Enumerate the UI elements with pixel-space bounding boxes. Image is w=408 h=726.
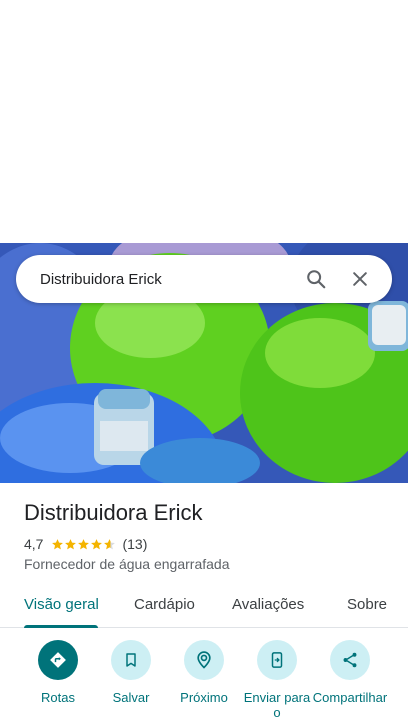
send-to-phone-icon: [271, 652, 283, 668]
bookmark-icon: [126, 653, 136, 667]
directions-button[interactable]: Rotas: [20, 640, 96, 705]
tab-reviews[interactable]: Avaliações: [232, 596, 304, 613]
send-to-phone-button[interactable]: Enviar para o: [239, 640, 315, 720]
directions-icon: [50, 652, 66, 668]
nearby-icon: [197, 651, 211, 669]
directions-button-circle[interactable]: [38, 640, 78, 680]
star-icon: [52, 538, 64, 549]
save-button[interactable]: Salvar: [93, 640, 169, 705]
save-label: Salvar: [112, 690, 150, 705]
place-name: Distribuidora Erick: [24, 500, 203, 525]
save-button-circle[interactable]: [111, 640, 151, 680]
rating-stars: [51, 538, 116, 551]
directions-label: Rotas: [41, 690, 75, 705]
share-icon: [343, 652, 357, 668]
rating-value: 4,7: [24, 536, 44, 552]
share-button-circle[interactable]: [330, 640, 370, 680]
active-tab-indicator: [24, 625, 98, 628]
search-icon: [307, 270, 326, 289]
close-icon: [353, 272, 367, 286]
review-count: (13): [122, 536, 148, 552]
send-to-phone-label: Enviar para o: [243, 690, 311, 720]
star-half-icon: [104, 538, 116, 549]
nearby-button-circle[interactable]: [184, 640, 224, 680]
nearby-button[interactable]: Próximo: [166, 640, 242, 705]
action-bar: Rotas Salvar Próximo Enviar para o Compa…: [0, 640, 408, 726]
tab-bar: Visão geral Cardápio Avaliações Sobre: [0, 584, 408, 628]
star-icon: [65, 538, 77, 549]
search-bar[interactable]: Distribuidora Erick: [16, 255, 392, 303]
star-icon: [78, 538, 90, 549]
search-input[interactable]: Distribuidora Erick: [40, 271, 294, 288]
search-button[interactable]: [294, 257, 338, 301]
clear-button[interactable]: [338, 257, 382, 301]
tab-about[interactable]: Sobre: [347, 596, 387, 613]
share-label: Compartilhar: [312, 690, 388, 705]
tab-menu[interactable]: Cardápio: [134, 596, 195, 613]
star-icon: [91, 538, 103, 549]
place-category: Fornecedor de água engarrafada: [24, 556, 230, 572]
share-button[interactable]: Compartilhar: [312, 640, 388, 705]
nearby-label: Próximo: [180, 690, 228, 705]
send-to-phone-button-circle[interactable]: [257, 640, 297, 680]
rating-row[interactable]: 4,7 (13): [24, 536, 147, 552]
tab-overview[interactable]: Visão geral: [24, 596, 99, 613]
